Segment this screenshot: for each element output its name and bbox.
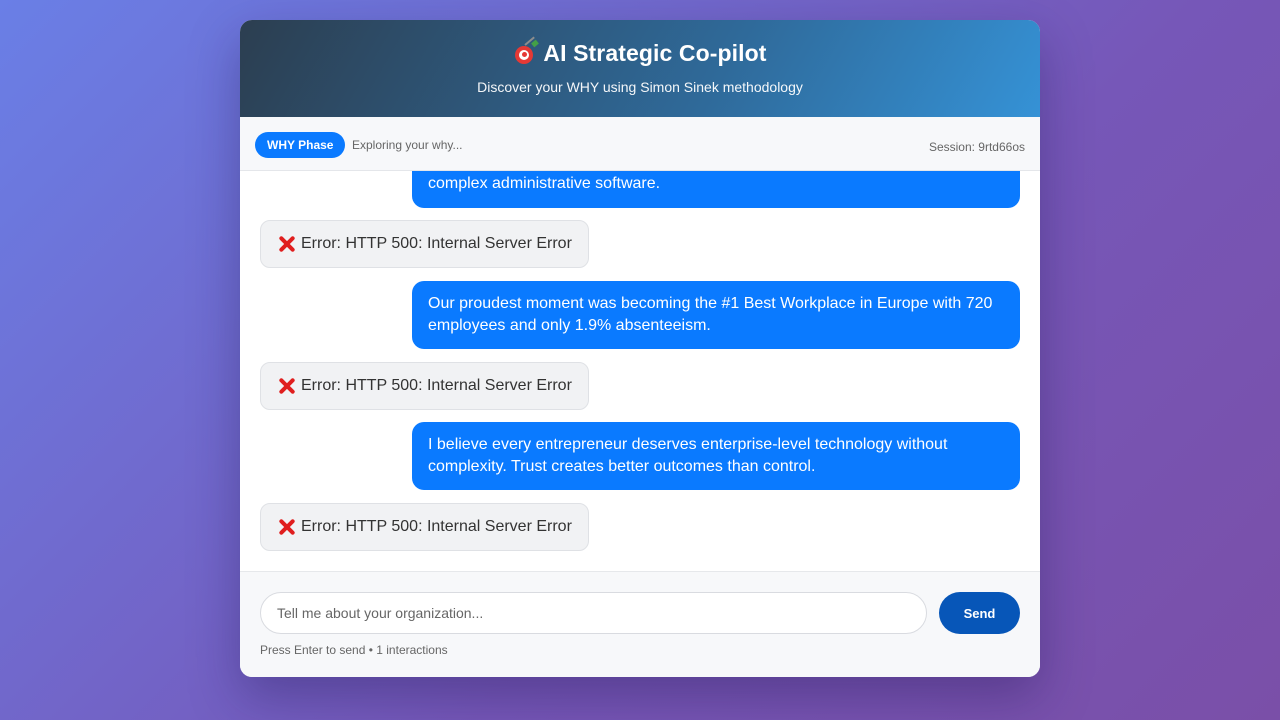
target-dart-icon	[513, 36, 540, 67]
chat-app-window: AI Strategic Co-pilot Discover your WHY …	[240, 20, 1040, 677]
x-icon	[277, 234, 297, 254]
user-message: complex administrative software.	[412, 171, 1020, 208]
message-input[interactable]	[260, 592, 927, 634]
x-icon	[277, 517, 297, 537]
user-message: Our proudest moment was becoming the #1 …	[412, 281, 1020, 349]
session-id: Session: 9rtd66os	[928, 140, 1025, 154]
user-message: I believe every entrepreneur deserves en…	[412, 422, 1020, 490]
phase-bar: WHY Phase Exploring your why... Session:…	[240, 117, 1040, 171]
app-subtitle: Discover your WHY using Simon Sinek meth…	[477, 79, 803, 95]
error-message: Error: HTTP 500: Internal Server Error	[260, 503, 589, 551]
message-list[interactable]: complex administrative software. Error: …	[240, 171, 1040, 571]
error-message: Error: HTTP 500: Internal Server Error	[260, 362, 589, 410]
x-icon	[277, 376, 297, 396]
phase-status: Exploring your why...	[352, 138, 463, 152]
phase-badge: WHY Phase	[255, 132, 346, 158]
composer-hint: Press Enter to send • 1 interactions	[260, 643, 448, 657]
app-title: AI Strategic Co-pilot	[543, 40, 767, 66]
error-message: Error: HTTP 500: Internal Server Error	[260, 220, 589, 268]
composer: Send Press Enter to send • 1 interaction…	[240, 571, 1040, 677]
app-header: AI Strategic Co-pilot Discover your WHY …	[240, 20, 1040, 117]
send-button[interactable]: Send	[939, 592, 1020, 634]
